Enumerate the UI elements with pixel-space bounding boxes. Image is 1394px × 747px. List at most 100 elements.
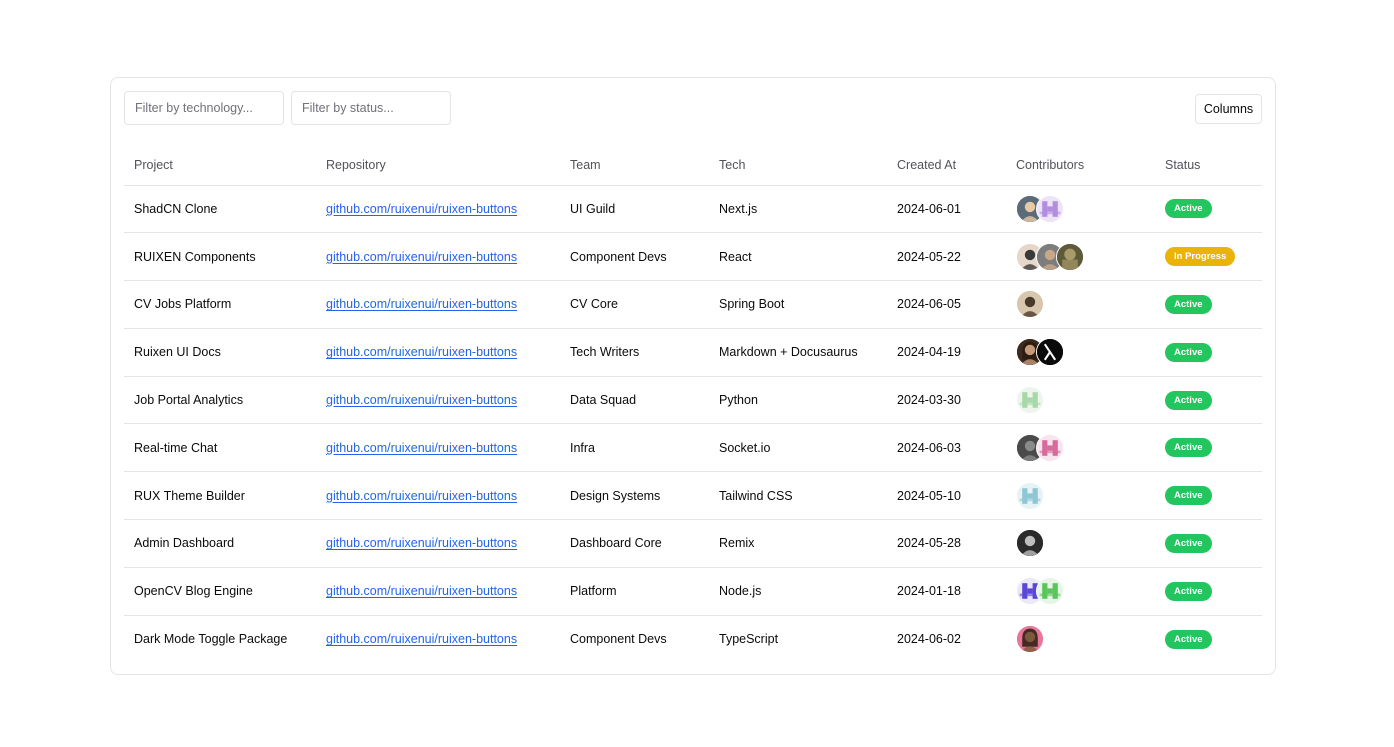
cell-status: Active	[1155, 471, 1262, 521]
cell-tech: Socket.io	[709, 423, 887, 473]
projects-table: Project Repository Team Tech Created At …	[124, 145, 1262, 663]
header-contributors[interactable]: Contributors	[1006, 145, 1155, 186]
table-row[interactable]: Dark Mode Toggle Package github.com/ruixe…	[124, 615, 1262, 663]
header-team[interactable]: Team	[560, 145, 709, 186]
cell-tech: Remix	[709, 519, 887, 568]
cell-repository: github.com/ruixenui/ruixen-buttons	[316, 615, 560, 663]
cell-project: OpenCV Blog Engine	[124, 567, 316, 616]
cell-status: Active	[1155, 376, 1262, 425]
avatar-lambda-icon[interactable]	[1036, 338, 1064, 367]
cell-team: UI Guild	[560, 185, 709, 234]
repository-link[interactable]: github.com/ruixenui/ruixen-buttons	[326, 536, 517, 550]
header-project[interactable]: Project	[124, 145, 316, 186]
columns-button[interactable]: Columns	[1195, 94, 1262, 124]
status-badge: Active	[1165, 486, 1212, 506]
repository-link[interactable]: github.com/ruixenui/ruixen-buttons	[326, 297, 517, 311]
cell-contributors	[1006, 185, 1155, 234]
cell-project: ShadCN Clone	[124, 185, 316, 234]
table-row[interactable]: RUX Theme Builder github.com/ruixenui/rui…	[124, 471, 1262, 521]
status-badge: In Progress	[1165, 247, 1236, 267]
repository-link[interactable]: github.com/ruixenui/ruixen-buttons	[326, 393, 517, 407]
repository-link[interactable]: github.com/ruixenui/ruixen-buttons	[326, 345, 517, 359]
cell-team: CV Core	[560, 280, 709, 329]
cell-project: Admin Dashboard	[124, 519, 316, 568]
cell-team: Component Devs	[570, 632, 667, 647]
header-tech[interactable]: Tech	[709, 145, 887, 186]
cell-team: Infra	[560, 423, 709, 473]
cell-team: Design Systems	[560, 471, 709, 521]
repository-link[interactable]: github.com/ruixenui/ruixen-buttons	[326, 489, 517, 503]
repository-link[interactable]: github.com/ruixenui/ruixen-buttons	[326, 632, 517, 646]
cell-contributors	[1006, 615, 1155, 663]
contributors-avatar-group	[1016, 194, 1155, 223]
table-row[interactable]: RUIXEN Components github.com/ruixenui/rui…	[124, 232, 1262, 282]
status-badge: Active	[1165, 438, 1212, 458]
table-row[interactable]: Ruixen UI Docs github.com/ruixenui/ruixen…	[124, 328, 1262, 377]
table-row[interactable]: Job Portal Analytics github.com/ruixenui/…	[124, 376, 1262, 425]
contributors-avatar-group	[1016, 577, 1155, 606]
contributors-avatar-group	[1016, 481, 1155, 510]
header-created-at[interactable]: Created At	[887, 145, 1006, 186]
cell-contributors	[1006, 471, 1155, 521]
cell-status: Active	[1155, 567, 1262, 616]
cell-tech: Spring Boot	[709, 280, 887, 329]
cell-created-at: 2024-06-01	[887, 185, 1006, 234]
status-badge: Active	[1165, 533, 1212, 553]
status-badge: Active	[1165, 629, 1212, 649]
cell-status: Active	[1155, 423, 1262, 473]
cell-contributors	[1006, 376, 1155, 425]
status-badge: Active	[1165, 199, 1212, 219]
table-row[interactable]: Admin Dashboard github.com/ruixenui/ruixe…	[124, 519, 1262, 568]
contributors-avatar-group	[1016, 338, 1155, 367]
cell-created-at: 2024-05-22	[887, 232, 1006, 282]
avatar-identicon-icon[interactable]	[1036, 577, 1064, 606]
cell-project: RUX Theme Builder	[124, 471, 316, 521]
cell-tech: TypeScript	[719, 632, 779, 647]
avatar-identicon-icon[interactable]	[1036, 194, 1064, 223]
cell-created-at: 2024-03-30	[887, 376, 1006, 425]
cell-created-at: 2024-06-02	[897, 632, 961, 647]
cell-status: Active	[1155, 280, 1262, 329]
cell-project: Dark Mode Toggle Package	[134, 632, 288, 647]
table-row[interactable]: Real-time Chat github.com/ruixenui/ruixen…	[124, 423, 1262, 473]
table-header-row: Project Repository Team Tech Created At …	[124, 145, 1262, 186]
avatar-photo-woman-icon[interactable]	[1016, 625, 1044, 654]
avatar-photo-man-icon[interactable]	[1016, 529, 1044, 558]
contributors-avatar-group	[1016, 529, 1155, 558]
contributors-avatar-group	[1016, 290, 1155, 319]
cell-status: Active	[1155, 185, 1262, 234]
contributors-avatar-group	[1016, 625, 1155, 654]
table-toolbar: Columns	[124, 91, 1262, 125]
cell-contributors	[1006, 328, 1155, 377]
avatar-photo-landscape-icon[interactable]	[1056, 242, 1084, 271]
avatar-identicon-icon[interactable]	[1016, 481, 1044, 510]
table-row[interactable]: OpenCV Blog Engine github.com/ruixenui/ru…	[124, 567, 1262, 616]
cell-team: Platform	[560, 567, 709, 616]
status-badge: Active	[1165, 342, 1212, 362]
cell-repository: github.com/ruixenui/ruixen-buttons	[316, 471, 560, 521]
repository-link[interactable]: github.com/ruixenui/ruixen-buttons	[326, 441, 517, 455]
repository-link[interactable]: github.com/ruixenui/ruixen-buttons	[326, 202, 517, 216]
table-row[interactable]: CV Jobs Platform github.com/ruixenui/ruix…	[124, 280, 1262, 329]
avatar-identicon-icon[interactable]	[1036, 433, 1064, 462]
avatar-photo-man-icon[interactable]	[1016, 290, 1044, 319]
contributors-avatar-group	[1016, 433, 1155, 462]
filter-status-input[interactable]	[291, 91, 451, 125]
cell-repository: github.com/ruixenui/ruixen-buttons	[316, 232, 560, 282]
avatar-identicon-icon[interactable]	[1016, 386, 1044, 415]
cell-team: Component Devs	[560, 232, 709, 282]
repository-link[interactable]: github.com/ruixenui/ruixen-buttons	[326, 250, 517, 264]
repository-link[interactable]: github.com/ruixenui/ruixen-buttons	[326, 584, 517, 598]
cell-created-at: 2024-05-28	[887, 519, 1006, 568]
header-status[interactable]: Status	[1155, 145, 1262, 186]
status-badge: Active	[1165, 294, 1212, 314]
cell-project: CV Jobs Platform	[124, 280, 316, 329]
cell-project: Job Portal Analytics	[124, 376, 316, 425]
header-repository[interactable]: Repository	[316, 145, 560, 186]
filter-technology-input[interactable]	[124, 91, 284, 125]
cell-status: Active	[1155, 519, 1262, 568]
cell-team: Tech Writers	[560, 328, 709, 377]
table-row[interactable]: ShadCN Clone github.com/ruixenui/ruixen-b…	[124, 185, 1262, 234]
cell-project: Ruixen UI Docs	[124, 328, 316, 377]
cell-tech: Node.js	[709, 567, 887, 616]
